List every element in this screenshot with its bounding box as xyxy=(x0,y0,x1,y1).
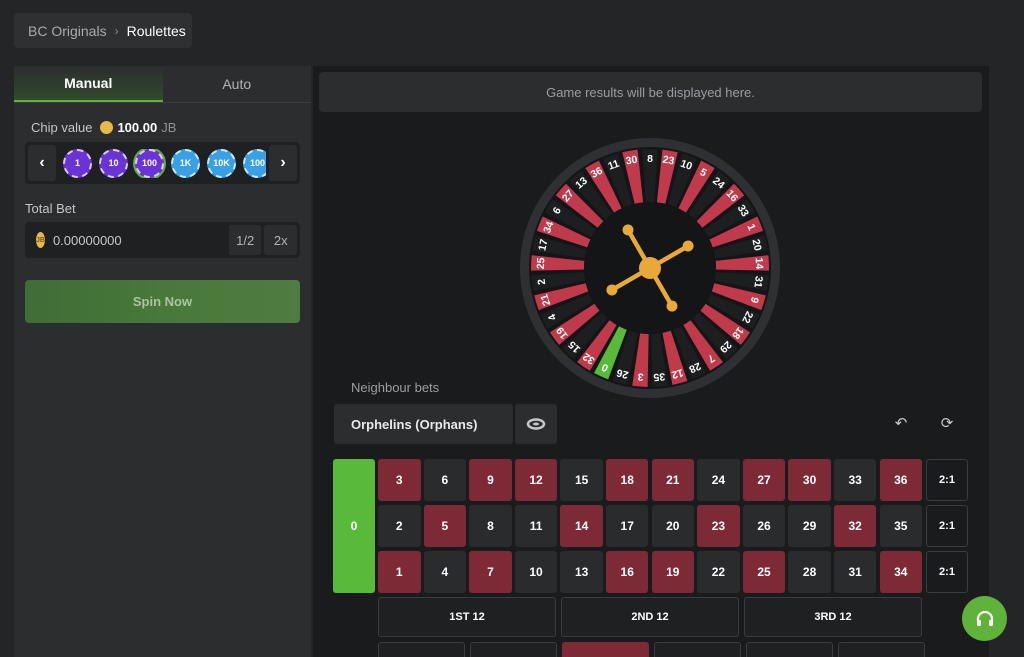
outside-bet[interactable] xyxy=(746,642,833,657)
number-cell-26[interactable]: 26 xyxy=(742,505,786,547)
number-cell-2[interactable]: 2 xyxy=(378,505,421,547)
chip-10k[interactable]: 10K xyxy=(207,148,236,178)
dozen-3rd-12[interactable]: 3RD 12 xyxy=(744,597,922,637)
wheel-number-35: 35 xyxy=(653,370,666,383)
wheel-number-31: 31 xyxy=(751,275,764,288)
wheel-number-8: 8 xyxy=(647,153,653,165)
neighbour-bets-select[interactable]: Orphelins (Orphans) xyxy=(334,404,513,444)
headset-icon[interactable] xyxy=(962,596,1007,641)
tab-manual[interactable]: Manual xyxy=(14,66,163,102)
number-cell-20[interactable]: 20 xyxy=(651,505,695,547)
number-cell-29[interactable]: 29 xyxy=(788,505,831,547)
total-bet-field: JB 1/2 2x xyxy=(25,222,300,258)
chip-100[interactable]: 100 xyxy=(135,148,164,178)
spin-now-button[interactable]: Spin Now xyxy=(25,280,300,323)
number-cell-23[interactable]: 23 xyxy=(697,505,740,547)
wheel-number-3: 3 xyxy=(637,370,644,382)
number-cell-3[interactable]: 3 xyxy=(378,459,421,501)
number-cell-35[interactable]: 35 xyxy=(879,505,923,547)
chevron-left-icon[interactable]: ‹ xyxy=(28,145,56,181)
column-bet-top[interactable]: 2:1 xyxy=(926,459,968,501)
breadcrumb: BC Originals › Roulettes xyxy=(14,13,192,48)
number-cell-22[interactable]: 22 xyxy=(697,551,740,593)
chip-10[interactable]: 10 xyxy=(99,148,128,178)
chip-selector: ‹ 1 10 100 1K 10K 100 › xyxy=(25,142,300,184)
number-cell-25[interactable]: 25 xyxy=(742,551,786,593)
number-cell-33[interactable]: 33 xyxy=(833,459,877,501)
game-area: Game results will be displayed here. 0 32… xyxy=(313,66,989,657)
wheel-number-23: 23 xyxy=(662,154,676,168)
outside-bet[interactable] xyxy=(378,642,465,657)
number-cell-8[interactable]: 8 xyxy=(469,505,512,547)
chip-1[interactable]: 1 xyxy=(63,148,92,178)
number-cell-1[interactable]: 1 xyxy=(378,551,421,593)
chip-value-text: Chip value xyxy=(31,120,93,135)
number-grid: 3 6 9 12 15 18 21 24 27 30 33 36 2 5 8 11 14 17 20 23 26 29 32… xyxy=(378,459,923,593)
number-cell-21[interactable]: 21 xyxy=(651,459,695,501)
wheel-number-14: 14 xyxy=(753,257,765,269)
number-cell-28[interactable]: 28 xyxy=(788,551,831,593)
wheel-number-30: 30 xyxy=(625,154,639,168)
outside-bet[interactable] xyxy=(470,642,557,657)
outside-bet[interactable] xyxy=(654,642,741,657)
number-cell-15[interactable]: 15 xyxy=(560,459,603,501)
number-cell-24[interactable]: 24 xyxy=(697,459,740,501)
number-cell-27[interactable]: 27 xyxy=(742,459,786,501)
dozen-1st-12[interactable]: 1ST 12 xyxy=(378,597,556,637)
number-cell-18[interactable]: 18 xyxy=(605,459,649,501)
wheel-number-25: 25 xyxy=(535,257,547,269)
number-cell-5[interactable]: 5 xyxy=(423,505,467,547)
bet-panel: Manual Auto Chip value 100.00 JB ‹ 1 10 10… xyxy=(14,66,311,657)
chip-value-label: Chip value 100.00 JB xyxy=(31,120,176,135)
half-bet-button[interactable]: 1/2 xyxy=(228,225,262,255)
coin-icon xyxy=(100,121,114,134)
racetrack-icon[interactable] xyxy=(515,404,557,444)
chip-list: 1 10 100 1K 10K 100 xyxy=(59,148,266,178)
number-cell-32[interactable]: 32 xyxy=(833,505,877,547)
double-bet-button[interactable]: 2x xyxy=(264,225,297,255)
number-cell-9[interactable]: 9 xyxy=(469,459,512,501)
number-cell-4[interactable]: 4 xyxy=(423,551,467,593)
neighbour-bets-label: Neighbour bets xyxy=(351,380,440,395)
chevron-right-icon[interactable]: › xyxy=(269,145,297,181)
number-cell-6[interactable]: 6 xyxy=(423,459,467,501)
outside-bet[interactable] xyxy=(838,642,925,657)
repeat-icon[interactable]: ⟳ xyxy=(937,413,957,433)
total-bet-label: Total Bet xyxy=(25,201,76,216)
roulette-wheel: 032151942122517346271336 11 30 8 23 105241633… xyxy=(520,138,780,398)
undo-icon[interactable]: ↶ xyxy=(891,413,911,433)
number-cell-36[interactable]: 36 xyxy=(879,459,923,501)
dozen-2nd-12[interactable]: 2ND 12 xyxy=(561,597,739,637)
mode-tabs: Manual Auto xyxy=(14,66,311,103)
breadcrumb-current: Roulettes xyxy=(126,22,186,39)
number-cell-34[interactable]: 34 xyxy=(879,551,923,593)
breadcrumb-bc-originals[interactable]: BC Originals xyxy=(28,23,107,39)
number-cell-12[interactable]: 12 xyxy=(514,459,558,501)
number-cell-17[interactable]: 17 xyxy=(605,505,649,547)
tab-auto[interactable]: Auto xyxy=(163,66,312,102)
jb-coin-icon: JB xyxy=(36,232,45,248)
number-cell-19[interactable]: 19 xyxy=(651,551,695,593)
dozen-bets: 1ST 12 2ND 12 3RD 12 xyxy=(378,597,922,637)
total-bet-input[interactable] xyxy=(44,232,229,248)
number-cell-11[interactable]: 11 xyxy=(514,505,558,547)
number-cell-31[interactable]: 31 xyxy=(833,551,877,593)
outside-bets xyxy=(378,642,925,657)
number-cell-16[interactable]: 16 xyxy=(605,551,649,593)
column-bet-bottom[interactable]: 2:1 xyxy=(926,551,968,593)
chip-value-unit: JB xyxy=(161,120,177,135)
chip-1k[interactable]: 1K xyxy=(171,148,200,178)
chip-value-amount: 100.00 xyxy=(117,120,158,135)
number-cell-10[interactable]: 10 xyxy=(514,551,558,593)
number-cell-13[interactable]: 13 xyxy=(560,551,603,593)
chevron-right-icon: › xyxy=(114,23,119,38)
number-cell-30[interactable]: 30 xyxy=(788,459,831,501)
outside-bet-red[interactable] xyxy=(562,642,649,657)
column-bet-middle[interactable]: 2:1 xyxy=(926,505,968,547)
number-cell-7[interactable]: 7 xyxy=(469,551,512,593)
number-cell-14[interactable]: 14 xyxy=(560,505,603,547)
results-bar: Game results will be displayed here. xyxy=(319,72,982,112)
chip-100[interactable]: 100 xyxy=(243,148,266,178)
zero-cell[interactable]: 0 xyxy=(333,459,375,593)
